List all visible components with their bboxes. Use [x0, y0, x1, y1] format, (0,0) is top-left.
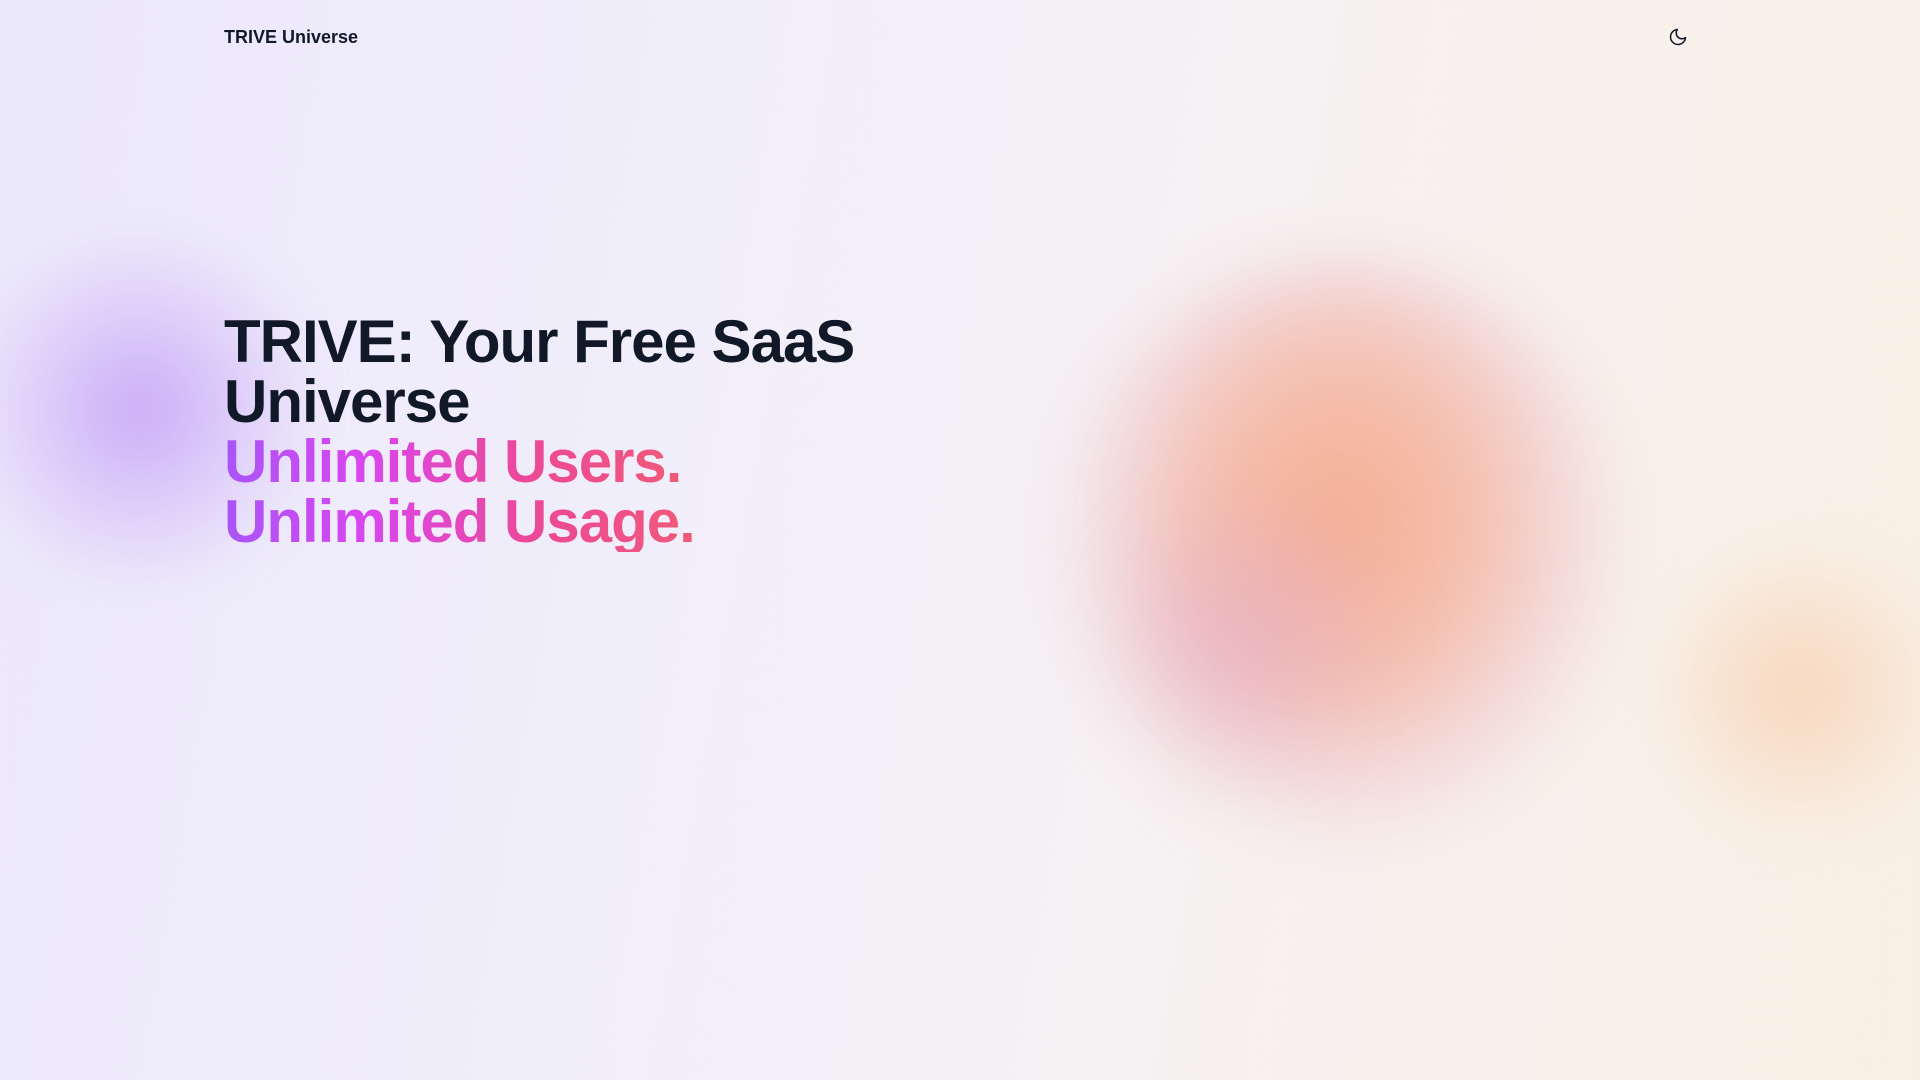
hero-title-line-1: TRIVE: Your Free SaaS [224, 308, 855, 375]
hero-title-line-2: Universe [224, 368, 470, 435]
hero-tagline-usage: Unlimited Usage. [224, 488, 696, 555]
background-blob-peach [1060, 260, 1620, 840]
moon-icon [1669, 28, 1687, 46]
background-blob-pink [1090, 480, 1410, 780]
theme-toggle-button[interactable] [1664, 23, 1692, 51]
hero-section: TRIVE: Your Free SaaS Universe Unlimited… [224, 312, 1124, 552]
hero-heading: TRIVE: Your Free SaaS Universe Unlimited… [224, 312, 1124, 552]
background-blob-light-peach [1640, 540, 1920, 840]
site-logo[interactable]: TRIVE Universe [224, 27, 358, 48]
site-header: TRIVE Universe [224, 22, 1688, 52]
hero-tagline-users: Unlimited Users. [224, 428, 682, 495]
